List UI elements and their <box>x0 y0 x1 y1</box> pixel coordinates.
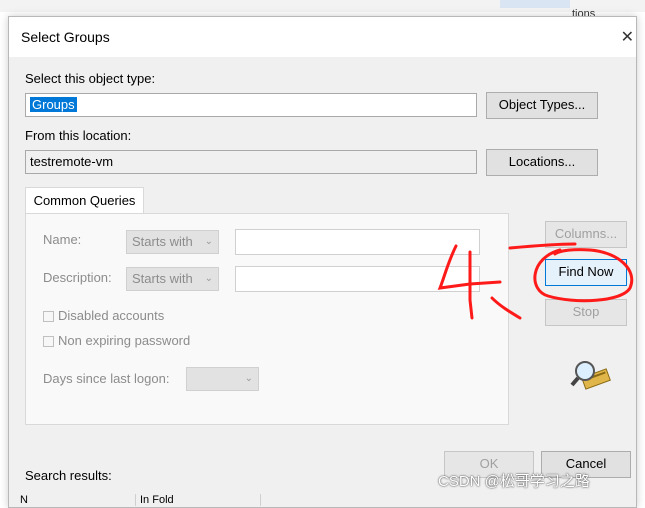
non-expiring-password-label: Non expiring password <box>58 333 191 348</box>
csdn-watermark: CSDN @松哥学习之路 <box>438 473 590 490</box>
background-selection-bar <box>500 0 570 8</box>
object-type-field[interactable]: Groups <box>25 93 477 117</box>
name-mode-select[interactable]: Starts with ⌄ <box>126 230 219 254</box>
select-groups-dialog: Select Groups ✕ Select this object type:… <box>8 16 637 508</box>
search-magnifier-icon <box>569 357 613 393</box>
non-expiring-password-checkbox[interactable] <box>43 336 54 347</box>
object-type-value: Groups <box>30 97 77 112</box>
location-field[interactable]: testremote-vm <box>25 150 477 174</box>
dialog-title: Select Groups <box>21 29 110 45</box>
find-now-button[interactable]: Find Now <box>545 259 627 286</box>
chevron-down-icon: ⌄ <box>244 373 253 384</box>
disabled-accounts-checkbox[interactable] <box>43 311 54 322</box>
results-column-header[interactable]: In Fold <box>140 494 261 506</box>
description-input[interactable] <box>235 266 480 292</box>
name-label: Name: <box>43 232 82 247</box>
name-input[interactable] <box>235 229 480 255</box>
object-types-button[interactable]: Object Types... <box>486 92 598 119</box>
location-value: testremote-vm <box>30 154 114 169</box>
results-column-header[interactable]: N <box>20 494 136 506</box>
description-label: Description: <box>43 270 112 285</box>
name-mode-value: Starts with <box>132 234 193 249</box>
chevron-down-icon: ⌄ <box>204 236 213 247</box>
days-since-logon-select[interactable]: ⌄ <box>186 367 259 391</box>
search-results-label: Search results: <box>25 468 112 483</box>
locations-button[interactable]: Locations... <box>486 149 598 176</box>
columns-button[interactable]: Columns... <box>545 221 627 248</box>
description-mode-value: Starts with <box>132 271 193 286</box>
title-bar: Select Groups ✕ <box>9 17 636 57</box>
description-mode-select[interactable]: Starts with ⌄ <box>126 267 219 291</box>
chevron-down-icon: ⌄ <box>204 273 213 284</box>
stop-button[interactable]: Stop <box>545 299 627 326</box>
disabled-accounts-label: Disabled accounts <box>58 308 165 323</box>
location-label: From this location: <box>25 128 132 143</box>
object-type-label: Select this object type: <box>25 71 156 86</box>
days-since-logon-label: Days since last logon: <box>43 371 170 386</box>
common-queries-panel: Name: Starts with ⌄ Description: Starts … <box>25 213 509 425</box>
close-icon[interactable]: ✕ <box>621 27 634 47</box>
tab-common-queries[interactable]: Common Queries <box>25 187 144 214</box>
